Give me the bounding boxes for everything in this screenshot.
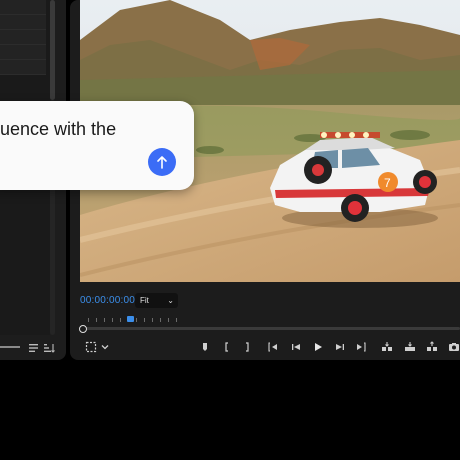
go-to-in-icon[interactable]	[267, 341, 279, 355]
marker-icon[interactable]	[200, 341, 210, 355]
arrow-up-icon	[157, 156, 167, 169]
playhead-timecode[interactable]: 00:00:00:00	[80, 295, 135, 306]
scrub-handle[interactable]	[79, 325, 87, 333]
time-ruler[interactable]	[80, 316, 460, 324]
list-item[interactable]	[0, 15, 46, 30]
thumbnail-size-slider[interactable]	[0, 346, 20, 348]
list-view-icon[interactable]	[28, 341, 40, 353]
prompt-text: uence with the	[0, 119, 117, 139]
scrub-bar[interactable]	[80, 327, 460, 330]
list-item[interactable]	[0, 30, 46, 45]
mark-in-icon[interactable]	[222, 341, 232, 355]
list-item[interactable]	[0, 60, 46, 75]
safe-margins-icon[interactable]	[85, 341, 99, 355]
lift-icon[interactable]	[426, 341, 438, 355]
mark-out-icon[interactable]	[242, 341, 252, 355]
chevron-down-icon: ⌄	[167, 296, 174, 305]
chevron-down-icon[interactable]	[100, 341, 110, 355]
go-to-out-icon[interactable]	[355, 341, 367, 355]
step-forward-icon[interactable]	[334, 341, 346, 355]
sort-icon[interactable]	[43, 341, 55, 353]
playhead-marker[interactable]	[127, 316, 134, 322]
list-item[interactable]	[0, 0, 46, 15]
zoom-level-select[interactable]: Fit ⌄	[135, 293, 178, 308]
list-item[interactable]	[0, 45, 46, 60]
ai-prompt-bubble[interactable]: uence with the	[0, 101, 194, 190]
insert-icon[interactable]	[381, 341, 393, 355]
svg-text:7: 7	[384, 176, 391, 190]
zoom-level-value: Fit	[140, 296, 149, 305]
send-button[interactable]	[148, 148, 176, 176]
scrollbar-thumb[interactable]	[50, 0, 55, 100]
step-back-icon[interactable]	[290, 341, 302, 355]
export-frame-icon[interactable]	[448, 341, 460, 355]
play-icon[interactable]	[312, 341, 324, 355]
overwrite-icon[interactable]	[404, 341, 416, 355]
